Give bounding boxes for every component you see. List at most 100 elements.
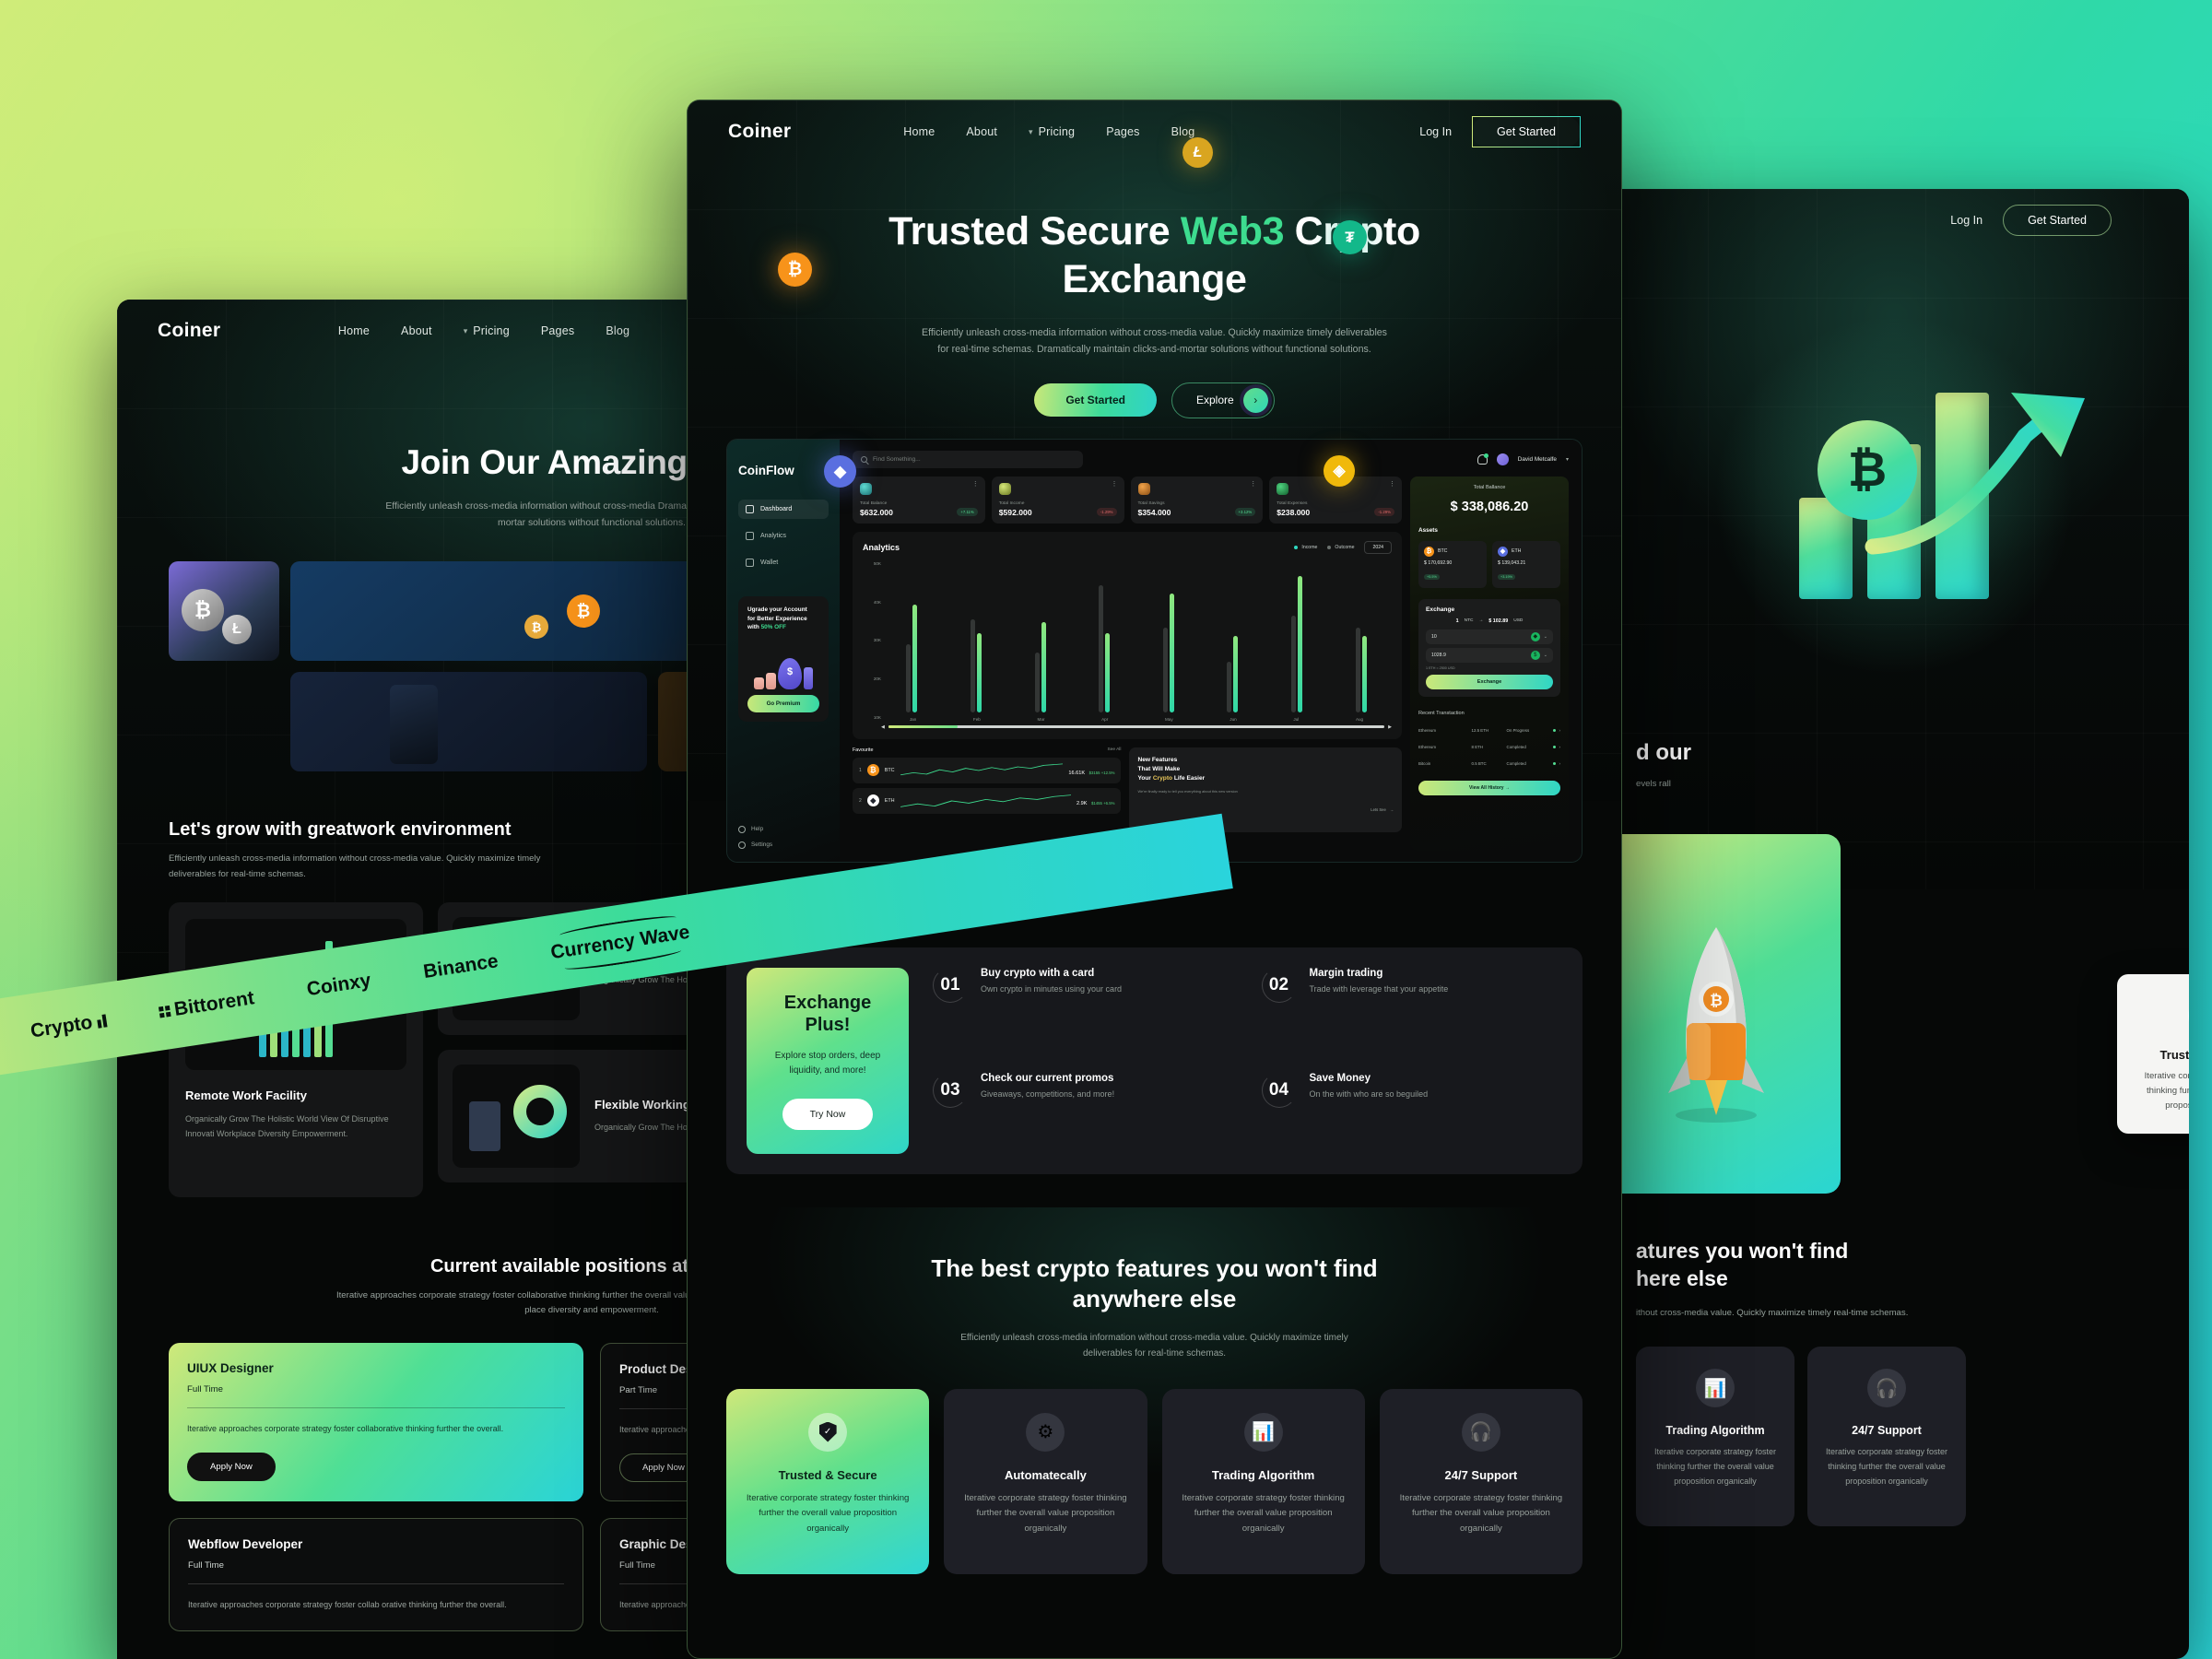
ethereum-icon: ◆ [824, 455, 856, 488]
lets-see-link[interactable]: Lets See [1371, 807, 1386, 812]
status-dot [1552, 745, 1556, 748]
feature-desc: Iterative corporate strategy foster thin… [1182, 1492, 1345, 1535]
get-started-button[interactable]: Get Started [2003, 205, 2112, 236]
feature-card-support[interactable]: 🎧 24/7 Support Iterative corporate strat… [1807, 1347, 1966, 1526]
hero-section: Trusted Secure Web3 CryptoExchange Effic… [688, 163, 1621, 418]
bar-income [1233, 635, 1239, 712]
favourite-list: Favourite See All 1 ₿ BTC 16.61K $3155 +… [853, 747, 1122, 832]
nav-link-home[interactable]: Home [903, 125, 935, 138]
view-all-history-button[interactable]: View All History → [1418, 780, 1560, 795]
get-started-button[interactable]: Get Started [1472, 116, 1581, 147]
chevron-down-icon[interactable]: ⌄ [1544, 653, 1547, 658]
scroll-right-icon[interactable]: ▶ [1388, 724, 1392, 730]
more-options-icon[interactable]: ⋮ [1389, 481, 1395, 488]
go-premium-button[interactable]: Go Premium [747, 694, 819, 712]
apply-now-button[interactable]: Apply Now [187, 1452, 276, 1481]
nav-link-blog[interactable]: Blog [606, 324, 629, 337]
upgrade-promo-card[interactable]: Ugrade your Account for Better Experienc… [738, 595, 829, 722]
svg-text:₿: ₿ [1710, 992, 1723, 1009]
job-title: Webflow Developer [188, 1536, 303, 1551]
exchange-button[interactable]: Exchange [1426, 674, 1553, 689]
change: $3155 +12.5% [1088, 770, 1115, 775]
nav-link-about[interactable]: About [401, 324, 432, 337]
exchange-input-from[interactable]: 10 ◆ ⌄ [1426, 629, 1553, 644]
ethereum-icon: ◆ [866, 794, 879, 807]
brand-logo[interactable]: Coiner [728, 121, 791, 143]
more-options-icon[interactable]: ⋮ [1112, 481, 1118, 488]
favourite-item[interactable]: 1 ₿ BTC 16.61K $3155 +12.5% [853, 757, 1122, 783]
asset-card-eth[interactable]: ◆ ETH $ 139,043.21 +3.19% [1492, 540, 1560, 588]
right-mid-sub: evels rall [1636, 779, 1671, 789]
tx-name: Ethereum [1418, 727, 1437, 733]
target-illustration [453, 1065, 580, 1168]
nav-link-pricing[interactable]: Pricing [1039, 125, 1076, 138]
job-card[interactable]: Webflow Developer Full Time Iterative ap… [169, 1517, 583, 1631]
nav-link-about[interactable]: About [966, 125, 997, 138]
login-link[interactable]: Log In [1950, 214, 1983, 227]
dashboard-right-rail: Total Ballance $ 338,086.20 Assets ₿ BTC… [1410, 476, 1569, 851]
binance-icon: ◈ [1324, 455, 1355, 487]
more-options-icon[interactable]: ⋮ [1250, 481, 1256, 488]
stat-cards: ⋮ Total Balance $632.000 +7.11% ⋮ Total … [853, 476, 1402, 524]
exchange-input-to[interactable]: 1028.9 $ ⌄ [1426, 647, 1553, 663]
login-link[interactable]: Log In [1419, 125, 1452, 138]
avatar[interactable] [1496, 453, 1509, 465]
nav-link-home[interactable]: Home [338, 324, 370, 337]
headset-icon: 🎧 [1461, 1412, 1500, 1452]
feature-card-support[interactable]: 🎧 24/7 Support Iterative corporate strat… [1379, 1388, 1583, 1574]
feature-card-trading[interactable]: 📊 Trading Algorithm Iterative corporate … [1161, 1388, 1365, 1574]
try-now-button[interactable]: Try Now [782, 1098, 874, 1130]
sidebar-item-wallet[interactable]: Wallet [738, 553, 829, 572]
x-tick: Jul [1293, 716, 1300, 722]
chevron-down-icon[interactable]: ▾ [1566, 456, 1569, 463]
see-all-link[interactable]: See All [1108, 747, 1122, 752]
rocket-card: ₿ [1599, 834, 1841, 1194]
stat-card-balance[interactable]: ⋮ Total Balance $632.000 +7.11% [853, 476, 985, 524]
right-features-title-l1: atures you won't find [1636, 1239, 1849, 1264]
feature-card-trusted[interactable]: ✓ Trusted & Secure Iterative corporate s… [726, 1388, 930, 1574]
sidebar-item-settings[interactable]: Settings [738, 841, 772, 849]
nav-link-pricing[interactable]: Pricing [473, 324, 510, 337]
transaction-row[interactable]: Ethereum 8 ETH Completed › [1418, 745, 1560, 749]
nav-link-pages[interactable]: Pages [541, 324, 574, 337]
rocket-showcase: ₿ ✓ Trusted & Secure Iterative corporate… [1599, 834, 2189, 1194]
year-selector[interactable]: 2024 [1364, 540, 1392, 554]
brand-logo[interactable]: Coiner [158, 320, 220, 342]
hero-get-started-button[interactable]: Get Started [1034, 383, 1157, 418]
scroll-left-icon[interactable]: ◀ [881, 724, 885, 730]
gear-icon: ⚙ [1026, 1412, 1065, 1452]
chevron-down-icon[interactable]: ⌄ [1544, 634, 1547, 640]
feature-card-automatecally[interactable]: ⚙ Automatecally Iterative corporate stra… [944, 1388, 1147, 1574]
feature-card-trading[interactable]: 📊 Trading Algorithm Iterative corporate … [1636, 1347, 1794, 1526]
sidebar-item-analytics[interactable]: Analytics [738, 526, 829, 546]
more-options-icon[interactable]: ⋮ [972, 481, 979, 488]
tx-status: Completed [1506, 760, 1526, 766]
ethereum-icon: ◆ [1498, 546, 1508, 557]
job-desc: Iterative approaches corporate strategy … [188, 1599, 507, 1609]
new-features-card[interactable]: New Features That Will Make Your Crypto … [1129, 747, 1402, 832]
stat-card-savings[interactable]: ⋮ Total Savings $354.000 +3.12% [1130, 476, 1264, 524]
favourite-item[interactable]: 2 ◆ ETH 2.9K $1455 +6.5% [853, 787, 1122, 814]
nav-link-blog[interactable]: Blog [1171, 125, 1195, 138]
notification-bell-icon[interactable] [1477, 453, 1488, 465]
wallet-icon [746, 558, 754, 567]
job-card[interactable]: UIUX Designer Full Time Iterative approa… [169, 1342, 583, 1501]
chart-scrollbar[interactable]: ◀ ▶ [881, 724, 1392, 730]
asset-card-btc[interactable]: ₿ BTC $ 170,692.90 +5.5% [1418, 540, 1487, 588]
nav-link-pages[interactable]: Pages [1106, 125, 1139, 138]
money-bag-illustration [747, 638, 819, 689]
sidebar-item-help[interactable]: Help [738, 825, 772, 833]
sidebar-item-dashboard[interactable]: Dashboard [738, 499, 829, 519]
exchange-plus-desc: Explore stop orders, deep liquidity, and… [774, 1050, 881, 1076]
bar-group [1291, 559, 1303, 712]
stat-card-income[interactable]: ⋮ Total Income $592.000 -1.29% [991, 476, 1124, 524]
usd-coin-icon: $ [1530, 650, 1540, 660]
gallery-image-coins: ₿ Ł [169, 561, 279, 662]
transaction-row[interactable]: Bitcoin 0.5 BTC Completed › [1418, 761, 1560, 766]
transaction-row[interactable]: Ethereum 12.5 ETH On Progress › [1418, 728, 1560, 733]
features-title: The best crypto features you won't find a… [931, 1253, 1378, 1313]
hero-explore-button[interactable]: Explore › [1171, 382, 1275, 418]
search-input[interactable]: Find Something... [853, 450, 1083, 468]
grow-card-title: Remote Work Facility [185, 1088, 307, 1102]
grow-card-desc: Organically Grow The Holistic World View… [185, 1114, 389, 1139]
